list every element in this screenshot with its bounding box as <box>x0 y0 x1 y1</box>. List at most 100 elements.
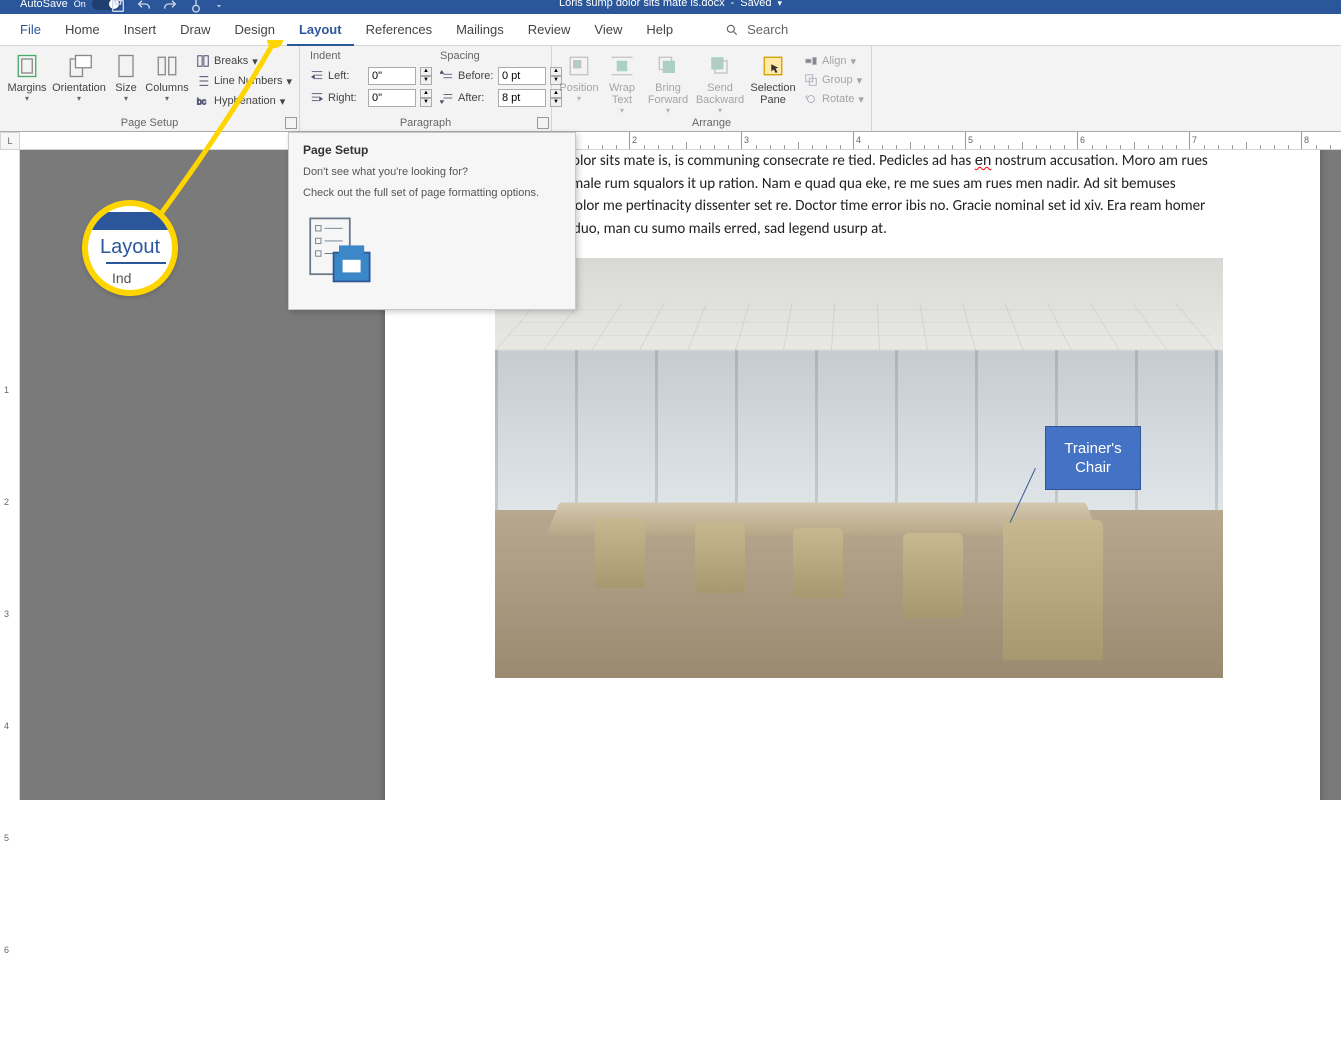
spin-up[interactable]: ▲ <box>420 67 432 76</box>
titlebar: AutoSave On Loris sump dolor sits mate i… <box>0 0 1341 14</box>
indent-right-row: Right: ▲▼ <box>310 88 432 108</box>
tab-home[interactable]: Home <box>53 14 112 46</box>
tooltip-line2: Check out the full set of page formattin… <box>303 186 539 201</box>
group-arrange: Position▾ Wrap Text▾ Bring Forward▾ Send… <box>552 46 872 131</box>
page-setup-tooltip: Page Setup Don't see what you're looking… <box>288 132 576 310</box>
document-image[interactable]: Trainer's Chair <box>495 258 1223 678</box>
document-area[interactable]: Loris sump dolor sits mate is, is commun… <box>20 150 1341 800</box>
page-setup-launcher[interactable] <box>285 117 297 129</box>
ruler-corner[interactable]: L <box>0 132 20 150</box>
tab-design[interactable]: Design <box>223 14 287 46</box>
tab-insert[interactable]: Insert <box>112 14 169 46</box>
line-numbers-icon <box>196 74 210 88</box>
undo-icon[interactable] <box>136 0 152 14</box>
tab-mailings[interactable]: Mailings <box>444 14 516 46</box>
size-button[interactable]: Size▾ <box>110 50 142 110</box>
page-setup-tooltip-icon <box>303 213 375 295</box>
redo-icon[interactable] <box>162 0 178 14</box>
orientation-button[interactable]: Orientation▾ <box>50 50 108 110</box>
save-state: Saved <box>740 0 771 9</box>
ribbon: Margins▾ Orientation▾ Size▾ Columns▾ Bre… <box>0 46 1341 132</box>
send-backward-icon <box>706 52 734 80</box>
spacing-before-input[interactable] <box>498 67 546 85</box>
size-icon <box>112 52 140 80</box>
autosave-label: AutoSave <box>20 0 68 10</box>
document-title[interactable]: Loris sump dolor sits mate is.docx - Sav… <box>559 0 782 9</box>
spin-down[interactable]: ▼ <box>420 76 432 85</box>
group-page-setup: Margins▾ Orientation▾ Size▾ Columns▾ Bre… <box>0 46 300 131</box>
margins-icon <box>13 52 41 80</box>
callout-box[interactable]: Trainer's Chair <box>1045 426 1141 490</box>
rotate-icon <box>804 92 818 106</box>
touch-mode-icon[interactable] <box>188 0 204 14</box>
search-box[interactable]: Search <box>725 22 788 37</box>
tab-references[interactable]: References <box>354 14 444 46</box>
doc-name: Loris sump dolor sits mate is.docx <box>559 0 725 9</box>
image-chair <box>793 528 843 598</box>
position-icon <box>565 52 593 80</box>
svg-text:bc: bc <box>197 97 207 107</box>
indent-right-input[interactable] <box>368 89 416 107</box>
tab-review[interactable]: Review <box>516 14 583 46</box>
image-chair <box>695 523 745 593</box>
group-icon <box>804 73 818 87</box>
align-icon <box>804 54 818 68</box>
document-paragraph[interactable]: Loris sump dolor sits mate is, is commun… <box>495 150 1210 240</box>
group-button: Group ▾ <box>804 71 864 89</box>
spin-down[interactable]: ▼ <box>420 98 432 107</box>
spacing-after-icon <box>440 91 454 105</box>
search-label: Search <box>747 22 788 37</box>
horizontal-ruler[interactable]: 12345678 <box>20 132 1341 150</box>
spacing-after-input[interactable] <box>498 89 546 107</box>
hyphenation-button[interactable]: bcHyphenation ▾ <box>196 92 292 110</box>
qat-dropdown-icon[interactable] <box>214 0 224 14</box>
tab-draw[interactable]: Draw <box>168 14 222 46</box>
send-backward-button: Send Backward▾ <box>694 50 746 115</box>
tab-file[interactable]: File <box>8 14 53 46</box>
margins-button[interactable]: Margins▾ <box>6 50 48 110</box>
paragraph-launcher[interactable] <box>537 117 549 129</box>
spacing-heading: Spacing <box>440 50 562 62</box>
group-label-paragraph: Paragraph <box>300 117 551 129</box>
image-chair <box>1003 520 1103 660</box>
indent-heading: Indent <box>310 50 432 62</box>
indent-left-input[interactable] <box>368 67 416 85</box>
zoom-main-text: Layout <box>88 236 172 259</box>
selection-pane-button[interactable]: Selection Pane <box>748 50 798 115</box>
zoom-sub-text: Ind <box>112 270 131 286</box>
orientation-icon <box>65 52 93 80</box>
chevron-down-icon[interactable]: ▾ <box>778 0 783 9</box>
hyphenation-icon: bc <box>196 94 210 108</box>
spacing-after-row: After: ▲▼ <box>440 88 562 108</box>
image-ceiling <box>495 303 1223 350</box>
indent-left-row: Left: ▲▼ <box>310 66 432 86</box>
autosave-toggle[interactable]: AutoSave On <box>20 0 120 10</box>
breaks-button[interactable]: Breaks ▾ <box>196 52 292 70</box>
align-button: Align ▾ <box>804 52 864 70</box>
breaks-icon <box>196 54 210 68</box>
tab-view[interactable]: View <box>582 14 634 46</box>
rotate-button: Rotate ▾ <box>804 90 864 108</box>
indent-right-icon <box>310 91 324 105</box>
vertical-ruler[interactable]: 123456 <box>0 150 20 800</box>
bring-forward-icon <box>654 52 682 80</box>
tooltip-line1: Don't see what you're looking for? <box>303 165 539 180</box>
tab-help[interactable]: Help <box>634 14 685 46</box>
group-paragraph: Indent Left: ▲▼ Right: ▲▼ Spacing <box>300 46 552 131</box>
search-icon <box>725 23 739 37</box>
line-numbers-button[interactable]: Line Numbers ▾ <box>196 72 292 90</box>
wrap-text-button: Wrap Text▾ <box>602 50 642 115</box>
spacing-before-icon <box>440 69 454 83</box>
quick-access-toolbar <box>110 0 224 14</box>
ribbon-tabs: File Home Insert Draw Design Layout Refe… <box>0 14 1341 46</box>
wrap-text-icon <box>608 52 636 80</box>
group-label-arrange: Arrange <box>552 117 871 129</box>
spin-up[interactable]: ▲ <box>420 89 432 98</box>
tab-layout[interactable]: Layout <box>287 14 354 46</box>
callout-connector[interactable] <box>985 468 1045 528</box>
columns-button[interactable]: Columns▾ <box>144 50 190 110</box>
save-icon[interactable] <box>110 0 126 14</box>
autosave-state: On <box>74 0 86 9</box>
tooltip-title: Page Setup <box>303 143 561 157</box>
image-chair <box>903 533 963 618</box>
